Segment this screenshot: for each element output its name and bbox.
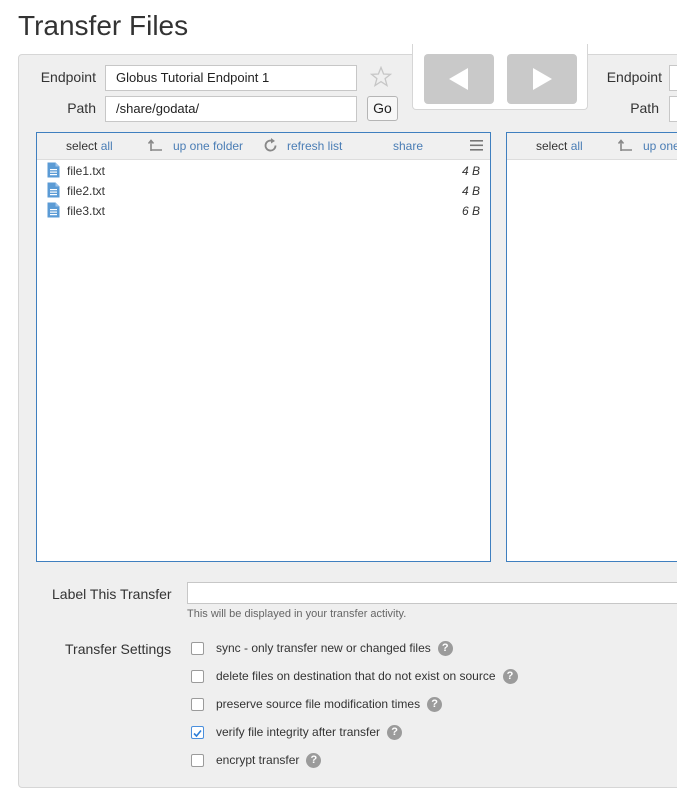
file-size: 4 B	[461, 164, 480, 178]
transfer-settings-title: Transfer Settings	[65, 641, 172, 657]
right-endpoint-label: Endpoint	[606, 69, 662, 85]
right-pane-toolbar: select all up one	[507, 133, 677, 160]
option-checkbox[interactable]	[191, 754, 204, 767]
share-link[interactable]: share	[393, 139, 423, 153]
left-pane-toolbar: select all up one folder refresh list sh…	[37, 133, 490, 160]
file-size: 4 B	[461, 184, 480, 198]
option-label: encrypt transfer	[216, 753, 300, 767]
option-label: verify file integrity after transfer	[216, 725, 381, 739]
refresh-list-link[interactable]: refresh list	[287, 139, 342, 153]
left-endpoint-label: Endpoint	[40, 69, 96, 85]
file-row[interactable]: file3.txt 6 B	[45, 202, 486, 220]
page-title: Transfer Files	[18, 10, 189, 41]
option-label: delete files on destination that do not …	[216, 669, 496, 683]
right-select-prefix: select	[536, 139, 568, 153]
select-all-text: all	[100, 139, 113, 153]
right-path-input[interactable]	[669, 96, 677, 122]
option-checkbox[interactable]	[191, 670, 204, 683]
right-up-folder-icon[interactable]	[617, 138, 634, 155]
right-file-pane[interactable]: select all up one	[506, 132, 677, 562]
file-row[interactable]: file1.txt 4 B	[45, 162, 486, 180]
file-name: file2.txt	[67, 184, 106, 198]
file-name: file1.txt	[67, 164, 106, 178]
file-name: file3.txt	[67, 204, 106, 218]
refresh-icon[interactable]	[263, 138, 278, 156]
transfer-label-input[interactable]	[187, 582, 677, 604]
file-icon	[47, 202, 60, 221]
option-checkbox[interactable]	[191, 642, 204, 655]
file-row[interactable]: file2.txt 4 B	[45, 182, 486, 200]
option-label: sync - only transfer new or changed file…	[216, 641, 431, 655]
right-up-folder-link[interactable]: up one	[643, 139, 677, 153]
left-file-pane[interactable]: select all up one folder refresh list sh…	[36, 132, 491, 562]
star-icon[interactable]	[369, 65, 393, 88]
option-checkbox[interactable]	[191, 698, 204, 711]
arrow-left-icon	[449, 68, 468, 90]
file-size: 6 B	[461, 204, 480, 218]
option-label: preserve source file modification times	[216, 697, 421, 711]
transfer-left-button[interactable]	[424, 54, 494, 104]
select-all-link[interactable]: select all	[66, 139, 113, 153]
menu-icon[interactable]	[470, 140, 483, 154]
file-icon	[47, 182, 60, 201]
right-select-all-link[interactable]: select all	[536, 139, 583, 153]
right-endpoint-input[interactable]	[669, 65, 677, 91]
select-prefix: select	[66, 139, 98, 153]
left-endpoint-input[interactable]: Globus Tutorial Endpoint 1	[105, 65, 357, 91]
help-icon[interactable]: ?	[427, 697, 443, 712]
up-folder-link[interactable]: up one folder	[173, 139, 243, 153]
option-checkbox[interactable]	[191, 726, 204, 739]
go-button[interactable]: Go	[367, 96, 398, 121]
left-path-input[interactable]: /share/godata/	[105, 96, 357, 122]
label-transfer-title: Label This Transfer	[52, 586, 172, 602]
transfer-right-button[interactable]	[507, 54, 577, 104]
right-path-label: Path	[630, 100, 659, 116]
right-select-all-text: all	[570, 139, 583, 153]
help-icon[interactable]: ?	[437, 641, 453, 656]
left-path-label: Path	[67, 100, 96, 116]
help-icon[interactable]: ?	[387, 725, 403, 740]
file-icon	[47, 162, 60, 181]
transfer-label-hint: This will be displayed in your transfer …	[187, 608, 407, 620]
checkmark-icon	[193, 729, 202, 738]
help-icon[interactable]: ?	[502, 669, 518, 684]
up-folder-icon[interactable]	[147, 138, 164, 155]
arrow-right-icon	[533, 68, 552, 90]
